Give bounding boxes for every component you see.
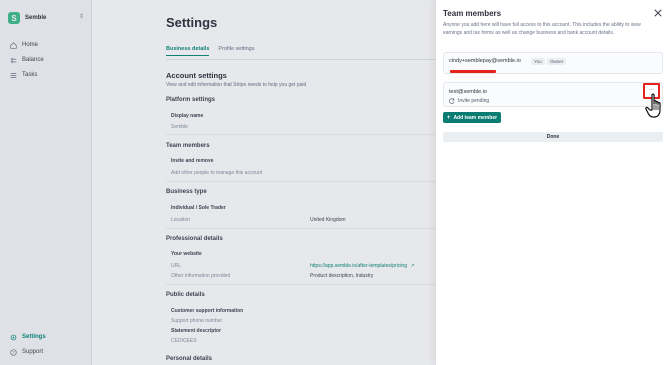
close-icon — [654, 9, 662, 17]
app-window: S Semble ⇕ Home Balance Tasks Settings ?… — [0, 0, 670, 365]
invite-status: Invite pending — [449, 98, 489, 104]
drawer-description: Anyone you add here will have full acces… — [443, 22, 641, 36]
invite-status-text: Invite pending — [458, 98, 490, 104]
refresh-icon — [449, 98, 455, 104]
plus-icon: + — [446, 114, 451, 121]
drawer-title: Team members — [443, 9, 502, 18]
done-button[interactable]: Done — [443, 132, 663, 142]
redaction-mark — [450, 70, 496, 73]
hand-pointer-icon — [645, 93, 661, 118]
add-team-member-button[interactable]: + Add team member — [443, 112, 501, 123]
member-email: cindy+semblepay@semble.io — [449, 58, 521, 64]
member-email: test@semble.io — [449, 89, 487, 95]
owner-badge: Owner — [547, 58, 567, 65]
team-member-card: test@semble.io Invite pending — [443, 82, 663, 107]
close-button[interactable] — [653, 8, 663, 18]
team-member-card: cindy+semblepay@semble.io You Owner — [443, 52, 663, 74]
modal-backdrop[interactable] — [0, 0, 436, 365]
add-team-member-label: Add team member — [453, 114, 498, 121]
done-label: Done — [546, 134, 560, 140]
you-badge: You — [531, 58, 545, 65]
team-members-drawer: Team members Anyone you add here will ha… — [436, 0, 670, 365]
